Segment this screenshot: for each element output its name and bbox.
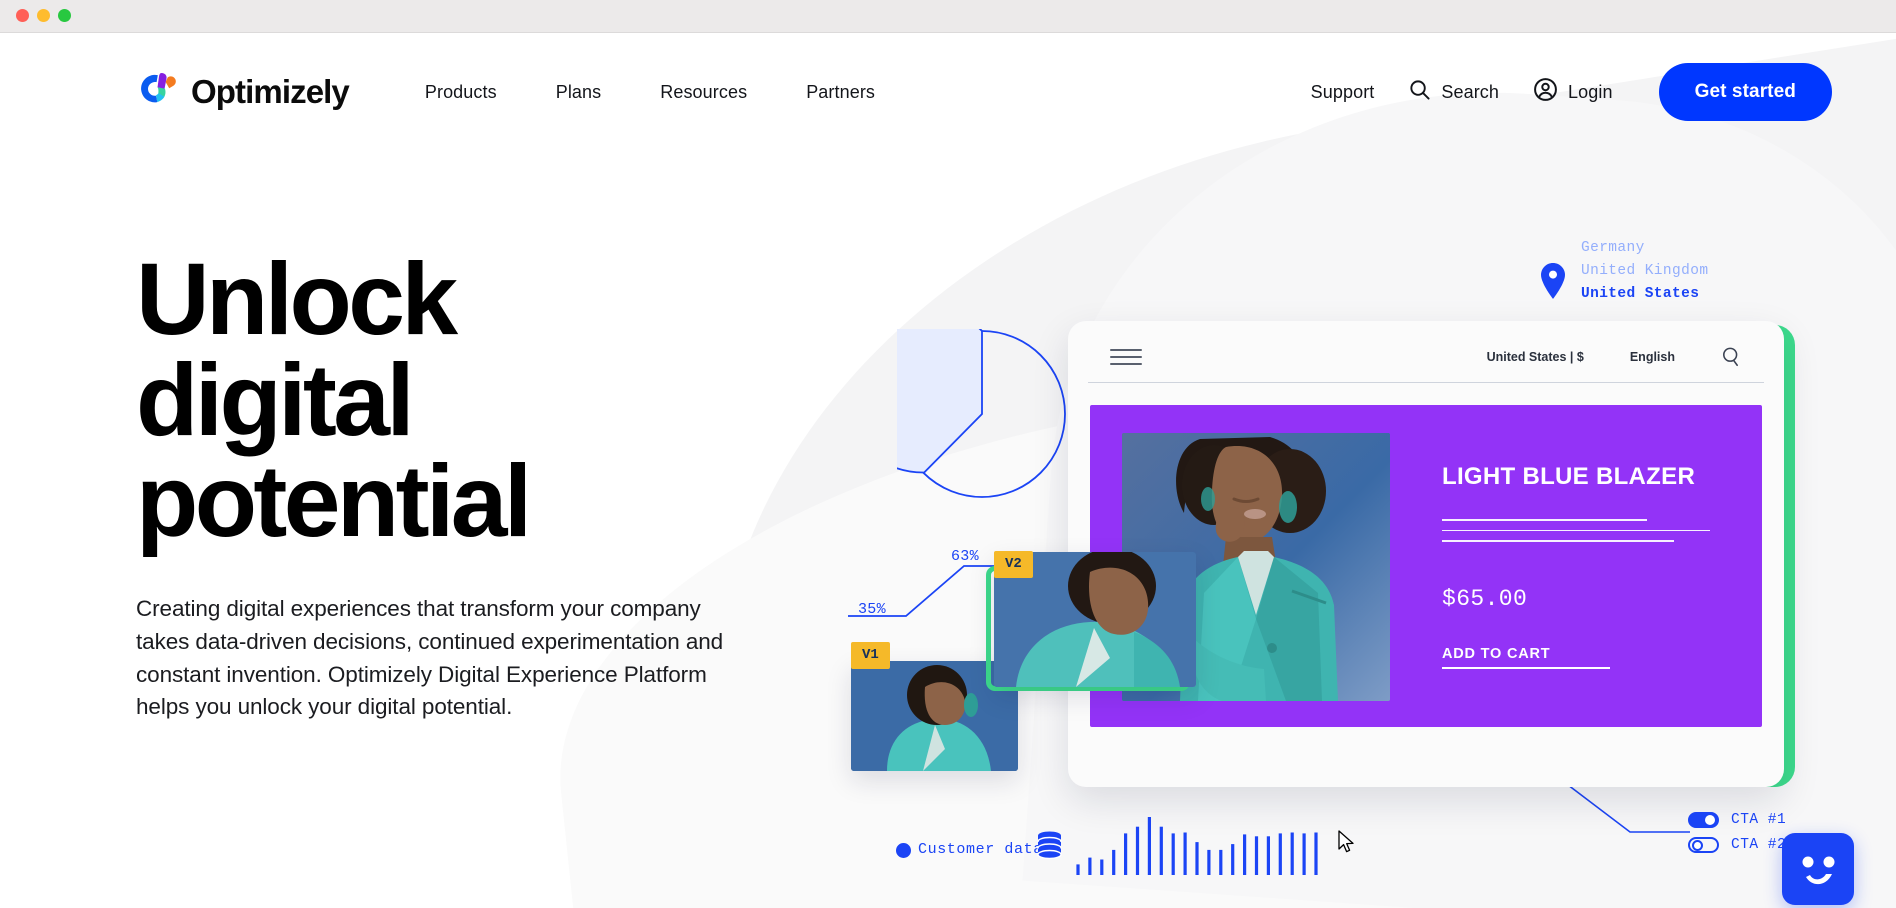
page-title: Unlock digital potential <box>136 248 756 552</box>
variant-2-percent: 63% <box>951 548 979 565</box>
geo-item-germany[interactable]: Germany <box>1581 240 1708 256</box>
database-icon <box>1037 831 1062 867</box>
map-pin-icon <box>1538 262 1568 300</box>
nav-login-label: Login <box>1568 81 1613 102</box>
geo-item-united-states[interactable]: United States <box>1581 286 1708 302</box>
add-to-cart-label: ADD TO CART <box>1442 645 1551 662</box>
nav-item-partners[interactable]: Partners <box>806 82 875 103</box>
add-to-cart-button[interactable]: ADD TO CART <box>1442 646 1732 669</box>
hero-title-line-1: Unlock <box>136 242 458 356</box>
optimizely-logo[interactable]: Optimizely <box>136 70 350 114</box>
add-to-cart-underline <box>1442 666 1610 669</box>
nav-item-products[interactable]: Products <box>425 82 497 103</box>
geo-selector: Germany United Kingdom United States <box>1538 240 1708 302</box>
product-spec-lines <box>1442 519 1732 542</box>
language-selector[interactable]: English <box>1630 350 1675 364</box>
search-icon <box>1408 78 1431 106</box>
browser-chrome <box>0 0 1896 33</box>
product-price: $65.00 <box>1442 585 1528 612</box>
brand-name: Optimizely <box>191 73 350 110</box>
locale-selector[interactable]: United States | $ <box>1487 350 1584 364</box>
main-navigation: Optimizely Products Plans Resources Part… <box>0 33 1896 151</box>
cta-2-label: CTA #2 <box>1731 837 1787 853</box>
window-maximize-button[interactable] <box>58 9 71 22</box>
optimizely-mark-icon <box>136 70 180 114</box>
chat-widget-button[interactable] <box>1782 833 1854 905</box>
variant-1-percent: 35% <box>858 601 886 618</box>
chat-smiley-icon <box>1802 856 1835 885</box>
nav-item-resources[interactable]: Resources <box>660 82 747 103</box>
storefront-search-icon[interactable] <box>1721 346 1742 367</box>
storefront-topbar: United States | $ English <box>1088 331 1764 383</box>
product-info: LIGHT BLUE BLAZER $65.00 ADD TO CART <box>1442 463 1732 669</box>
get-started-button[interactable]: Get started <box>1658 63 1832 121</box>
customer-data-dot-icon <box>896 843 911 858</box>
cta-2-toggle-row[interactable]: CTA #2 <box>1688 837 1786 853</box>
window-minimize-button[interactable] <box>37 9 50 22</box>
page-canvas: Optimizely Products Plans Resources Part… <box>0 33 1896 908</box>
nav-item-plans[interactable]: Plans <box>556 82 602 103</box>
cta-1-toggle-switch[interactable] <box>1688 812 1719 828</box>
nav-item-login[interactable]: Login <box>1533 77 1613 107</box>
pie-chart <box>839 305 1067 504</box>
mouse-cursor <box>1338 830 1356 860</box>
hero-title-line-2: digital <box>136 342 415 457</box>
hamburger-menu-icon[interactable] <box>1110 348 1142 365</box>
storefront-topbar-right: United States | $ English <box>1487 346 1742 367</box>
cta-1-label: CTA #1 <box>1731 812 1787 828</box>
geo-list: Germany United Kingdom United States <box>1581 240 1708 302</box>
hero-paragraph: Creating digital experiences that transf… <box>136 595 724 720</box>
window-traffic-lights <box>16 9 71 22</box>
customer-data-bar-chart <box>1072 813 1322 880</box>
variant-2-badge: V2 <box>994 551 1033 578</box>
nav-item-search[interactable]: Search <box>1408 78 1499 106</box>
user-account-icon <box>1533 77 1558 107</box>
hero-copy: Unlock digital potential Creating digita… <box>136 248 756 724</box>
nav-links: Products Plans Resources Partners <box>425 82 875 103</box>
product-title: LIGHT BLUE BLAZER <box>1442 463 1696 490</box>
geo-item-united-kingdom[interactable]: United Kingdom <box>1581 263 1708 279</box>
cta-1-toggle-row[interactable]: CTA #1 <box>1688 812 1786 828</box>
variant-1-badge: V1 <box>851 642 890 669</box>
window-close-button[interactable] <box>16 9 29 22</box>
hero-title-line-3: potential <box>136 443 532 558</box>
nav-item-support[interactable]: Support <box>1311 82 1375 103</box>
nav-search-label: Search <box>1441 81 1500 102</box>
nav-utility-group: Support Search Login Get started <box>1311 63 1832 121</box>
cta-2-toggle-switch[interactable] <box>1688 837 1719 853</box>
customer-data-label: Customer data <box>918 841 1043 858</box>
